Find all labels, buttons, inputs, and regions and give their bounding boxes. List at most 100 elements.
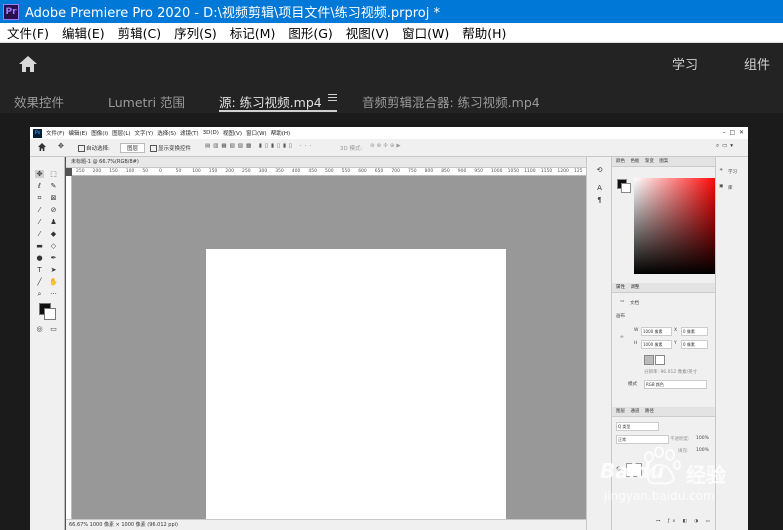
ps-tab-properties: 属性 xyxy=(616,285,625,290)
ps-menu-window: 窗口(W) xyxy=(245,131,267,137)
ps-tab-color: 颜色 xyxy=(616,159,625,164)
ruler-label: 900 xyxy=(457,169,467,174)
ps-opacity-value: 100% xyxy=(696,436,709,441)
ps-tab-gradients: 渐变 xyxy=(644,159,654,164)
menu-edit[interactable]: 编辑(E) xyxy=(62,23,105,42)
ps-tab-swatches: 色板 xyxy=(630,159,640,164)
ps-pasteboard xyxy=(72,176,586,530)
ps-line-icon: ╱ xyxy=(37,278,42,286)
workspace-assembly[interactable]: 组件 xyxy=(744,54,770,73)
tab-menu-icon[interactable] xyxy=(328,94,337,103)
ps-menu-view: 视图(V) xyxy=(222,131,242,137)
home-icon[interactable] xyxy=(18,55,38,73)
ps-doc-icon: ▭ xyxy=(620,299,625,304)
menu-file[interactable]: 文件(F) xyxy=(7,23,49,42)
menu-window[interactable]: 窗口(W) xyxy=(402,23,449,42)
ps-layer-kind-filter: Q 类型 xyxy=(616,422,659,431)
ps-blend-mode: 正常 xyxy=(616,435,669,444)
ruler-label: 200 xyxy=(225,169,234,174)
ps-learn-icon: ☀ xyxy=(719,168,724,173)
ruler-label: 450 xyxy=(308,169,317,174)
ps-link-icon: ∞ xyxy=(620,335,624,340)
title-bar: Pr Adobe Premiere Pro 2020 - D:\视频剪辑\项目文… xyxy=(0,0,783,23)
ps-props-doc-label: 文档 xyxy=(630,301,639,306)
menu-sequence[interactable]: 序列(S) xyxy=(174,23,217,42)
menu-graphics[interactable]: 图形(G) xyxy=(288,23,332,42)
ps-learn-label: 学习 xyxy=(728,170,737,175)
ruler-label: 550 xyxy=(341,169,351,174)
ps-blur-icon: ◇ xyxy=(50,242,57,250)
ruler-label: 1100 xyxy=(524,169,536,174)
ps-quick-mask-icon: ◎ xyxy=(36,325,43,333)
ruler-label: 150 xyxy=(109,169,118,174)
ps-menu-type: 文字(Y) xyxy=(134,131,154,137)
ps-props-canvas-label: 画布 xyxy=(616,314,625,319)
ps-title-bar: Ps 文件(F) 编辑(E) 图像(I) 图层(L) 文字(Y) 选择(S) 滤… xyxy=(30,127,748,139)
ruler-label: 1150 xyxy=(540,169,553,174)
ps-auto-select-checkbox xyxy=(78,145,85,152)
ps-screen-mode-icon: ▭ xyxy=(50,325,57,333)
ps-options-bar: ✥ 自动选择: 图层 显示变换控件 ▤▥▦▧▨▩ ▮▯▮▯▮▯ ··· 3D 模… xyxy=(30,139,748,157)
ruler-label: 950 xyxy=(474,169,483,174)
baidu-brand: Baidu xyxy=(600,459,665,483)
ps-layer-dropdown: 图层 xyxy=(120,143,146,153)
ps-height-field: 1000 像素 xyxy=(641,340,672,349)
ps-mode-dropdown: RGB 颜色 xyxy=(644,380,707,389)
ps-align-icons: ▤▥▦▧▨▩ ▮▯▮▯▮▯ ··· xyxy=(205,143,315,149)
tab-effect-controls[interactable]: 效果控件 xyxy=(14,92,64,111)
ps-w-label: W xyxy=(634,328,639,333)
ps-status-text: 66.67% 1000 像素 × 1000 像素 (96.012 ppi) xyxy=(69,522,178,528)
ps-path-select-icon: ➤ xyxy=(50,266,57,274)
tab-lumetri-scopes[interactable]: Lumetri 范围 xyxy=(108,92,185,111)
ps-toolbar: ✥ ⬚ ℓ ✎ ⌗ ⊠ ⁄ ⊘ ⁄ ♟ ⁄ ◆ ▬ ◇ ● ✒ T ➤ ╱ ✋ … xyxy=(30,157,65,530)
ruler-label: 250 xyxy=(242,169,251,174)
ps-brush-icon: ⁄ xyxy=(38,218,41,226)
workspace-learn[interactable]: 学习 xyxy=(672,54,698,73)
ps-ruler-horizontal: 250 200 150 100 50 0 50 100 150 200 250 300 350 400 45… xyxy=(72,168,586,176)
ps-crop-icon: ⌗ xyxy=(37,194,42,202)
menu-markers[interactable]: 标记(M) xyxy=(230,23,276,42)
ruler-label: 0 xyxy=(159,169,162,174)
ps-stamp-icon: ♟ xyxy=(50,218,57,226)
ruler-label: 1050 xyxy=(507,169,520,174)
ps-dodge-icon: ● xyxy=(36,254,43,262)
ps-zoom-icon: ⌕ xyxy=(37,290,42,298)
ps-healing-icon: ⊘ xyxy=(50,206,57,214)
ps-more-icon: ··· xyxy=(50,290,57,298)
ps-history-brush-icon: ⁄ xyxy=(38,230,41,238)
ps-frame-icon: ⊠ xyxy=(50,194,57,202)
baidu-brand-cn: 经验 xyxy=(686,463,726,487)
tab-audio-clip-mixer[interactable]: 音频剪辑混合器: 练习视频.mp4 xyxy=(362,92,540,111)
menu-clip[interactable]: 剪辑(C) xyxy=(118,23,161,42)
ruler-label: 650 xyxy=(374,169,384,174)
tab-source[interactable]: 源: 练习视频.mp4 xyxy=(219,92,322,111)
ps-auto-select-label: 自动选择: xyxy=(86,146,110,152)
ps-history-icon: ⟲ xyxy=(596,166,603,174)
ps-library-icon: ▣ xyxy=(719,184,724,189)
menu-help[interactable]: 帮助(H) xyxy=(462,23,506,42)
ps-move-tool-icon: ✥ xyxy=(58,142,64,150)
ruler-label: 50 xyxy=(175,169,182,174)
panel-tabs: 效果控件 Lumetri 范围 源: 练习视频.mp4 音频剪辑混合器: 练习视… xyxy=(0,83,783,113)
ps-width-field: 1000 像素 xyxy=(641,327,672,336)
ps-show-transform-label: 显示变换控件 xyxy=(158,146,192,152)
ruler-label: 350 xyxy=(275,169,284,174)
ruler-label: 400 xyxy=(291,169,301,174)
ps-portrait-icon xyxy=(644,355,654,365)
ps-gradient-icon: ▬ xyxy=(36,242,43,250)
ps-landscape-icon xyxy=(655,355,665,365)
ps-properties-tabs: 属性 调整 xyxy=(612,283,716,293)
ps-color-bg-swatch xyxy=(621,183,631,193)
ruler-label: 750 xyxy=(408,169,417,174)
ps-pen-icon: ✒ xyxy=(50,254,57,262)
ps-layers-tabs: 图层 通道 路径 xyxy=(612,407,716,417)
menu-view[interactable]: 视图(V) xyxy=(346,23,389,42)
ps-color-tabs: 颜色 色板 渐变 图案 xyxy=(612,157,716,167)
ps-x-field: 0 像素 xyxy=(681,327,708,336)
ps-mode-label: 模式 xyxy=(628,382,637,387)
window-title: Adobe Premiere Pro 2020 - D:\视频剪辑\项目文件\练… xyxy=(25,6,440,21)
ps-menu-3d: 3D(D) xyxy=(202,130,219,136)
ps-marquee-icon: ⬚ xyxy=(50,170,57,178)
ps-canvas xyxy=(206,249,506,530)
workspace-header: 学习 组件 xyxy=(0,43,783,83)
